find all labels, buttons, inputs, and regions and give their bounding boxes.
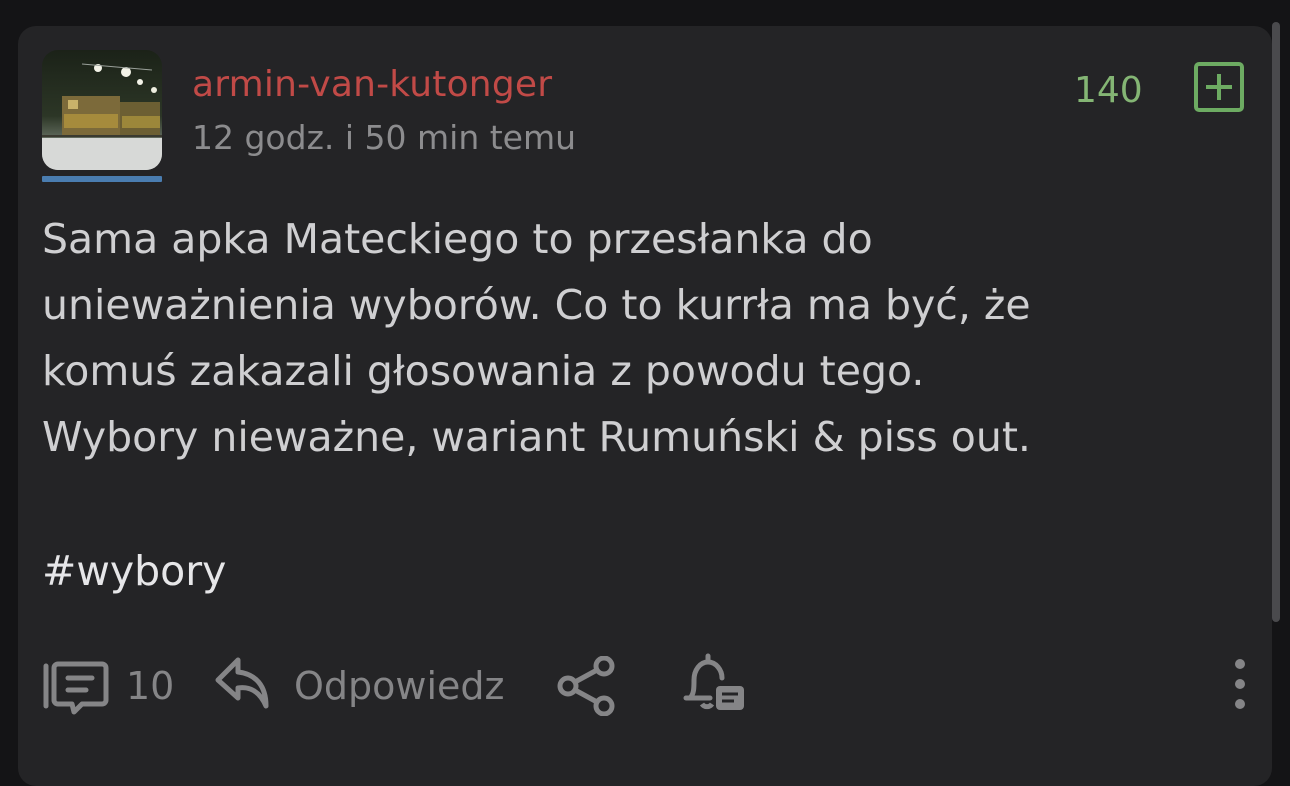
share-button[interactable] [556, 656, 620, 716]
post-body-line: Wybory nieważne, wariant Rumuński & piss… [42, 413, 1031, 461]
post-body-line: Sama apka Mateckiego to przesłanka do [42, 215, 873, 263]
notify-button[interactable] [680, 652, 750, 718]
vote-count: 140 [1074, 70, 1143, 111]
more-vertical-icon [1228, 656, 1252, 712]
post-body-line: komuś zakazali głosowania z powodu tego. [42, 347, 925, 395]
author-name[interactable]: armin-van-kutonger [192, 64, 552, 105]
avatar[interactable] [42, 50, 162, 170]
more-options-button[interactable] [1228, 656, 1252, 712]
hashtag-link[interactable]: #wybory [42, 538, 226, 604]
avatar-underline [42, 176, 162, 182]
comments-count: 10 [126, 664, 175, 708]
scrollbar[interactable] [1272, 22, 1280, 622]
reply-icon [214, 656, 274, 712]
reply-button[interactable]: Odpowiedz [214, 656, 524, 716]
comments-icon [40, 658, 110, 718]
reply-label: Odpowiedz [294, 664, 505, 708]
post-timestamp: 12 godz. i 50 min temu [192, 118, 577, 157]
plus-button[interactable] [1194, 62, 1244, 112]
comments-button[interactable]: 10 [40, 658, 180, 718]
post-card: armin-van-kutonger 12 godz. i 50 min tem… [18, 26, 1272, 786]
post-body: Sama apka Mateckiego to przesłanka do un… [42, 206, 1222, 470]
share-icon [556, 656, 620, 716]
post-body-line: unieważnienia wyborów. Co to kurrła ma b… [42, 281, 1031, 329]
bell-comment-icon [680, 652, 750, 718]
